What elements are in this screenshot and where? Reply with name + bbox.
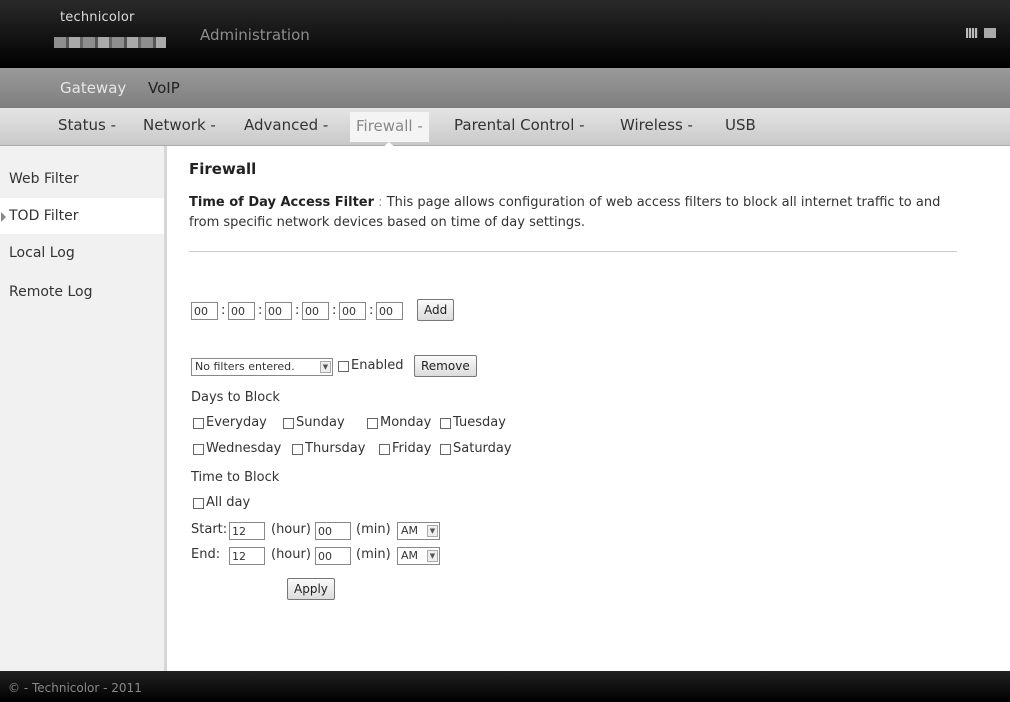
- monday-checkbox[interactable]: [367, 418, 378, 429]
- chevron-down-icon: ▼: [427, 550, 438, 562]
- copyright-text: © - Technicolor - 2011: [8, 681, 142, 695]
- sidebar-item-web-filter[interactable]: Web Filter: [0, 161, 164, 197]
- tuesday-checkbox[interactable]: [440, 418, 451, 429]
- friday-label: Friday: [392, 441, 432, 456]
- min-unit-label: (min): [356, 522, 391, 537]
- chevron-down-icon: ▼: [320, 361, 331, 373]
- enabled-checkbox[interactable]: [338, 361, 349, 372]
- wednesday-checkbox[interactable]: [193, 444, 204, 455]
- sidebar: Web Filter TOD Filter Local Log Remote L…: [0, 146, 167, 671]
- app-title: Administration: [200, 26, 310, 44]
- end-hour-input[interactable]: [229, 547, 265, 565]
- time-heading: Time to Block: [191, 470, 280, 485]
- sidebar-item-remote-log[interactable]: Remote Log: [0, 274, 164, 310]
- wednesday-label: Wednesday: [206, 441, 282, 456]
- sidebar-item-tod-filter[interactable]: TOD Filter: [0, 198, 164, 234]
- sidebar-item-local-log[interactable]: Local Log: [0, 235, 164, 271]
- desc-heading: Time of Day Access Filter: [189, 195, 375, 210]
- apply-button[interactable]: Apply: [287, 578, 335, 600]
- tab-parental-control[interactable]: Parental Control -: [454, 116, 585, 134]
- saturday-checkbox[interactable]: [440, 444, 451, 455]
- mac-colon: :: [295, 303, 300, 318]
- all-day-checkbox[interactable]: [193, 498, 204, 509]
- grid-icon[interactable]: [966, 28, 978, 38]
- logo-text: technicolor: [60, 10, 135, 25]
- filter-select[interactable]: No filters entered. ▼: [191, 358, 333, 376]
- logo-stripe: [54, 37, 166, 48]
- thursday-checkbox[interactable]: [292, 444, 303, 455]
- remove-button[interactable]: Remove: [414, 355, 477, 377]
- friday-checkbox[interactable]: [379, 444, 390, 455]
- desc-separator: :: [378, 195, 383, 210]
- page-title: Firewall: [189, 160, 257, 178]
- sidebar-item-label: Remote Log: [9, 284, 93, 300]
- tab-firewall[interactable]: Firewall -: [350, 112, 429, 149]
- tab-network[interactable]: Network -: [143, 116, 216, 134]
- thursday-label: Thursday: [305, 441, 366, 456]
- header-bar: technicolor Administration: [0, 0, 1010, 68]
- all-day-label: All day: [206, 495, 251, 510]
- sunday-label: Sunday: [296, 415, 345, 430]
- tab-usb[interactable]: USB: [725, 116, 756, 134]
- mac-field-6[interactable]: [376, 302, 403, 320]
- mac-field-3[interactable]: [265, 302, 292, 320]
- everyday-checkbox[interactable]: [193, 418, 204, 429]
- end-label: End:: [191, 547, 221, 562]
- start-hour-input[interactable]: [229, 522, 265, 540]
- top-nav: Gateway VoIP: [0, 68, 1010, 108]
- footer: © - Technicolor - 2011: [0, 671, 1010, 702]
- hour-unit-label: (hour): [271, 547, 311, 562]
- ampm-value: AM: [401, 524, 419, 537]
- start-ampm-select[interactable]: AM ▼: [397, 522, 440, 540]
- tuesday-label: Tuesday: [453, 415, 506, 430]
- mac-field-4[interactable]: [302, 302, 329, 320]
- mac-colon: :: [258, 303, 263, 318]
- active-arrow-icon: [1, 212, 6, 222]
- mac-field-2[interactable]: [228, 302, 255, 320]
- sidebar-item-label: Local Log: [9, 245, 75, 261]
- enabled-label: Enabled: [351, 358, 404, 373]
- page-description: Time of Day Access Filter : This page al…: [189, 193, 949, 233]
- saturday-label: Saturday: [453, 441, 512, 456]
- start-label: Start:: [191, 522, 228, 537]
- sidebar-item-label: Web Filter: [9, 171, 79, 187]
- everyday-label: Everyday: [206, 415, 267, 430]
- ampm-value: AM: [401, 549, 419, 562]
- sunday-checkbox[interactable]: [283, 418, 294, 429]
- technicolor-logo[interactable]: technicolor: [50, 6, 170, 58]
- end-ampm-select[interactable]: AM ▼: [397, 547, 440, 565]
- filter-select-value: No filters entered.: [195, 360, 295, 373]
- days-heading: Days to Block: [191, 390, 280, 405]
- tab-wireless[interactable]: Wireless -: [620, 116, 693, 134]
- monday-label: Monday: [380, 415, 432, 430]
- mac-field-1[interactable]: [191, 302, 218, 320]
- mac-colon: :: [332, 303, 337, 318]
- sidebar-item-label: TOD Filter: [9, 208, 79, 224]
- tab-advanced[interactable]: Advanced -: [244, 116, 328, 134]
- header-icons: [966, 28, 996, 38]
- nav-gateway[interactable]: Gateway: [60, 79, 126, 97]
- chevron-down-icon: ▼: [427, 525, 438, 537]
- tab-status[interactable]: Status -: [58, 116, 116, 134]
- mac-colon: :: [221, 303, 226, 318]
- end-min-input[interactable]: [315, 547, 351, 565]
- nav-voip[interactable]: VoIP: [148, 79, 180, 97]
- book-icon[interactable]: [984, 28, 996, 38]
- hour-unit-label: (hour): [271, 522, 311, 537]
- sub-nav: Status - Network - Advanced - Firewall -…: [0, 108, 1010, 149]
- add-button[interactable]: Add: [417, 299, 455, 321]
- mac-field-5[interactable]: [339, 302, 366, 320]
- divider: [189, 251, 957, 252]
- mac-colon: :: [369, 303, 374, 318]
- start-min-input[interactable]: [315, 522, 351, 540]
- min-unit-label: (min): [356, 547, 391, 562]
